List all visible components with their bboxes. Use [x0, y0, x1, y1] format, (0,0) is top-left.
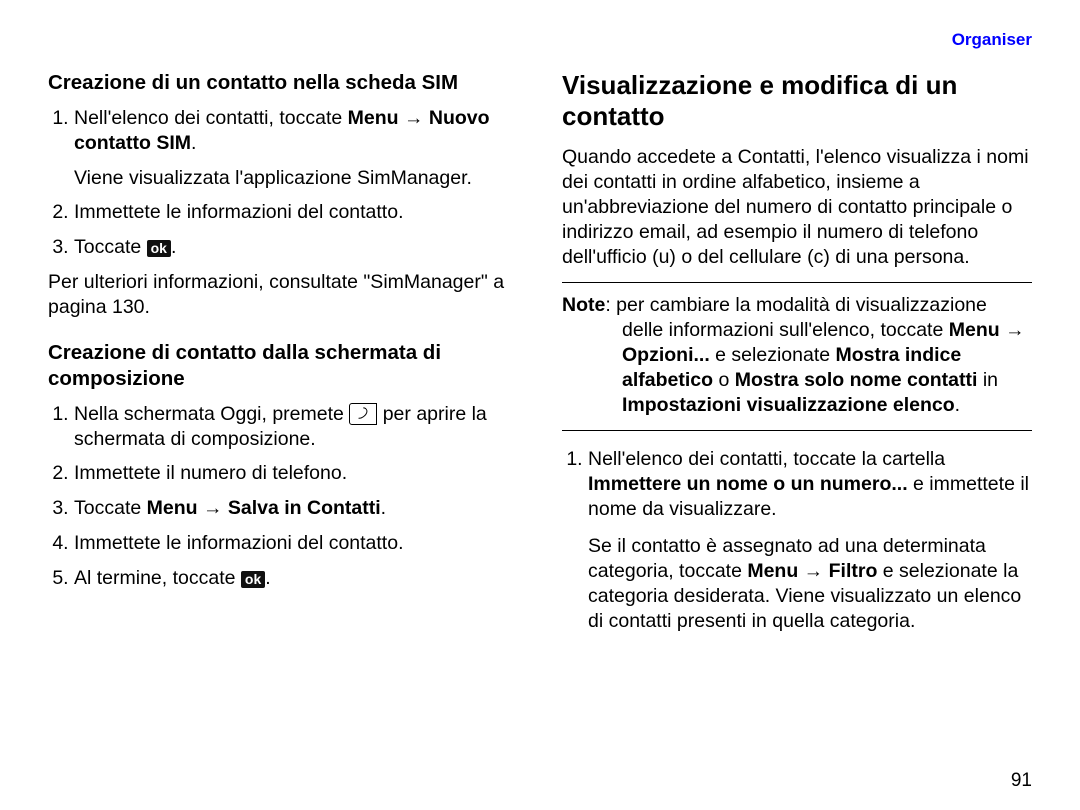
text: Al termine, toccate: [74, 567, 241, 589]
text: Nell'elenco dei contatti, toccate la car…: [588, 448, 945, 470]
heading-create-from-dialer: Creazione di contatto dalla schermata di…: [48, 340, 518, 391]
bold: Opzioni...: [622, 344, 710, 366]
substep-text: Se il contatto è assegnato ad una determ…: [588, 534, 1032, 634]
text: : per cambiare la modalità di visualizza…: [605, 294, 987, 341]
step-item: Immettete le informazioni del contatto.: [74, 531, 518, 556]
text: Toccate: [74, 236, 147, 258]
step-item: Al termine, toccate ok.: [74, 566, 518, 591]
text: in: [977, 369, 998, 391]
call-key-icon: [349, 403, 377, 425]
page-number: 91: [1011, 770, 1032, 792]
two-column-layout: Creazione di un contatto nella scheda SI…: [48, 70, 1032, 644]
arrow: →: [798, 560, 828, 582]
bold: Mostra solo nome contatti: [735, 369, 978, 391]
bold: Filtro: [829, 560, 878, 582]
step-item: Nella schermata Oggi, premete per aprire…: [74, 402, 518, 452]
bold: Menu: [747, 560, 798, 582]
note-block: Note: per cambiare la modalità di visual…: [562, 282, 1032, 431]
section-link-organiser[interactable]: Organiser: [952, 30, 1032, 50]
text: Toccate: [74, 497, 147, 519]
paragraph: Per ulteriori informazioni, consultate "…: [48, 270, 518, 320]
right-column: Visualizzazione e modifica di un contatt…: [562, 70, 1032, 644]
steps-create-sim: Nell'elenco dei contatti, toccate Menu →…: [48, 106, 518, 261]
step-item: Toccate Menu → Salva in Contatti.: [74, 496, 518, 521]
bold: Impostazioni visualizzazione elenco: [622, 394, 955, 416]
text: o: [713, 369, 735, 391]
ok-icon: ok: [241, 571, 265, 588]
text: e selezionate: [710, 344, 836, 366]
step-item: Immettete il numero di telefono.: [74, 461, 518, 486]
bold: Salva in Contatti: [228, 497, 381, 519]
bold: Menu: [348, 107, 399, 129]
heading-create-sim-contact: Creazione di un contatto nella scheda SI…: [48, 70, 518, 96]
bold: Menu: [949, 319, 1000, 341]
arrow: →: [399, 107, 429, 129]
substep-text: Viene visualizzata l'applicazione SimMan…: [74, 166, 518, 191]
left-column: Creazione di un contatto nella scheda SI…: [48, 70, 518, 644]
text: .: [191, 132, 196, 154]
intro-paragraph: Quando accedete a Contatti, l'elenco vis…: [562, 145, 1032, 270]
arrow: →: [1000, 319, 1025, 341]
bold: Immettere un nome o un numero...: [588, 473, 908, 495]
arrow: →: [198, 497, 228, 519]
step-item: Nell'elenco dei contatti, toccate Menu →…: [74, 106, 518, 191]
bold: Menu: [147, 497, 198, 519]
step-item: Toccate ok.: [74, 235, 518, 260]
ok-icon: ok: [147, 240, 171, 257]
heading-view-edit-contact: Visualizzazione e modifica di un contatt…: [562, 70, 1032, 131]
text: .: [381, 497, 386, 519]
text: .: [171, 236, 176, 258]
text: Nell'elenco dei contatti, toccate: [74, 107, 348, 129]
step-item: Nell'elenco dei contatti, toccate la car…: [588, 447, 1032, 634]
step-item: Immettete le informazioni del contatto.: [74, 200, 518, 225]
text: .: [955, 394, 960, 416]
steps-create-dialer: Nella schermata Oggi, premete per aprire…: [48, 402, 518, 592]
manual-page: Organiser Creazione di un contatto nella…: [0, 0, 1080, 810]
note-body: Note: per cambiare la modalità di visual…: [562, 293, 1032, 418]
note-label: Note: [562, 294, 605, 316]
text: .: [265, 567, 270, 589]
text: Nella schermata Oggi, premete: [74, 403, 349, 425]
steps-view-contact: Nell'elenco dei contatti, toccate la car…: [562, 447, 1032, 634]
